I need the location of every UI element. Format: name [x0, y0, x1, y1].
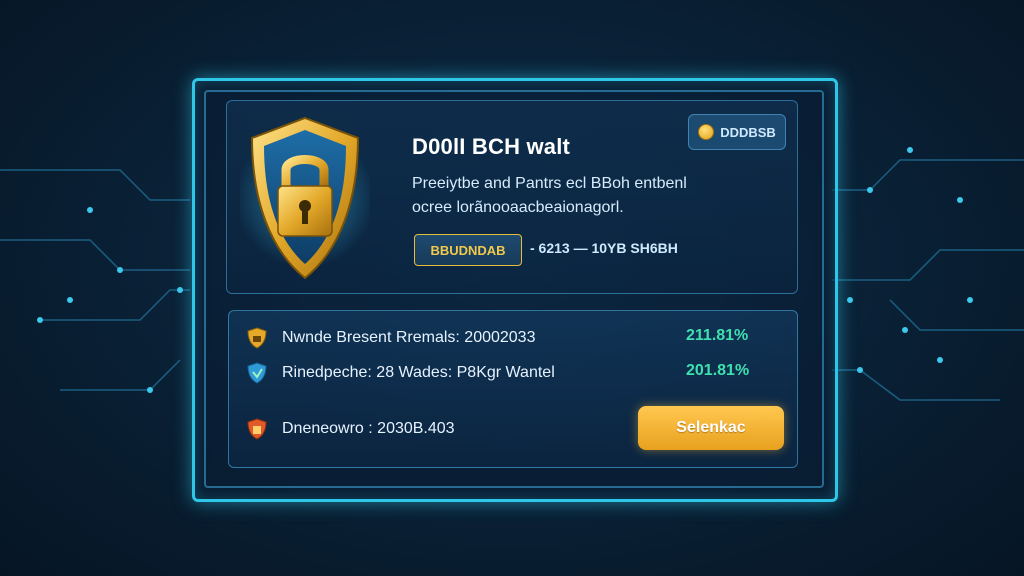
stat-value-2: 201.81% — [686, 362, 750, 379]
gold-shield-icon — [247, 327, 267, 349]
coin-badge-label: DDDBSB — [720, 124, 776, 140]
padlock-shield-icon — [240, 116, 370, 280]
description-line-1: Preeiytbe and Pantrs ecl BBoh entbenl — [412, 175, 687, 192]
select-button[interactable]: Selenkac — [638, 406, 784, 450]
description-line-2: ocree lorãnooaacbeaionagorl. — [412, 199, 624, 216]
stat-label-2: Rinedpeche: 28 Wades: P8Kgr Wantel — [282, 364, 555, 381]
stat-label-1: Nwnde Bresent Rremals: 20002033 — [282, 329, 536, 346]
stat-row-2: Rinedpeche: 28 Wades: P8Kgr Wantel — [246, 362, 555, 384]
wallet-title: D00lI BCH walt — [412, 134, 571, 159]
stat-row-3: Dneneowro : 2030B.403 — [246, 418, 455, 440]
wallet-description: Preeiytbe and Pantrs ecl BBoh entbenl oc… — [412, 172, 742, 220]
stat-value-1: 211.81% — [686, 327, 749, 344]
primary-tag-button[interactable]: BBUDNDAB — [414, 234, 522, 266]
stat-label-3: Dneneowro : 2030B.403 — [282, 420, 455, 437]
blue-shield-icon — [247, 362, 267, 384]
coin-badge[interactable]: DDDBSB — [688, 114, 786, 150]
stat-row-1: Nwnde Bresent Rremals: 20002033 — [246, 327, 535, 349]
range-text: - 6213 — 10YB SH6BH — [530, 240, 678, 256]
red-shield-icon — [247, 418, 267, 440]
coin-icon — [698, 124, 715, 140]
